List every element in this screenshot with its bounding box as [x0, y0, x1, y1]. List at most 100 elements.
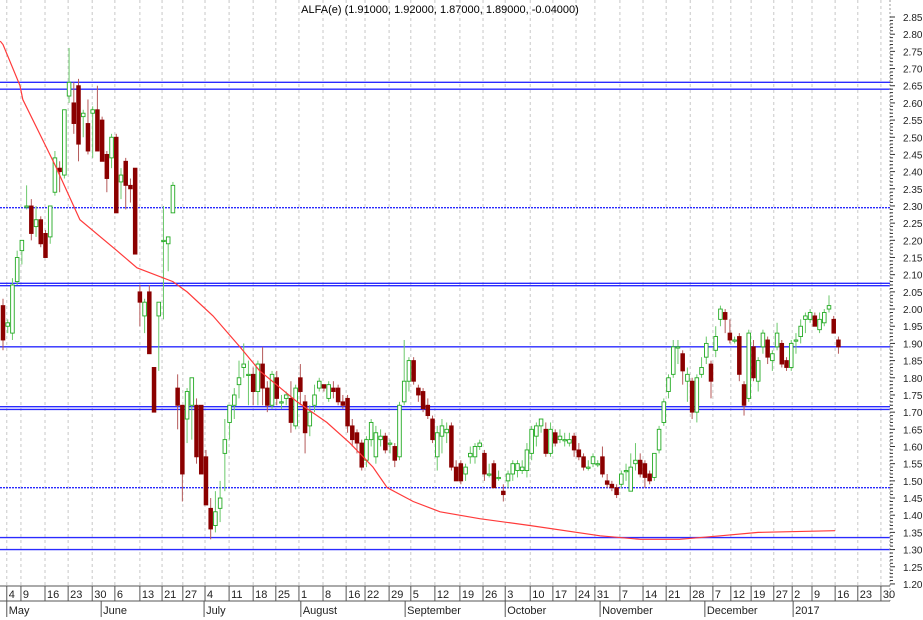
candle-body — [689, 380, 695, 413]
candle-down — [609, 480, 615, 492]
candle-up — [156, 301, 162, 371]
candle-down — [600, 446, 605, 478]
date-tick-label: 7 — [715, 589, 721, 601]
date-tick-label: 13 — [142, 589, 154, 601]
candle-body — [449, 425, 454, 468]
moving-average — [0, 40, 836, 540]
candle-body — [472, 446, 478, 458]
candle-body — [378, 435, 383, 441]
candle-down — [137, 285, 143, 327]
candle-body — [312, 394, 317, 406]
candle-down — [29, 199, 34, 241]
candle-up — [760, 329, 766, 354]
candle-body — [430, 418, 435, 441]
candles — [0, 47, 841, 540]
candle-down — [430, 415, 435, 444]
candle-up — [713, 326, 718, 358]
date-tick-label: 21 — [668, 589, 680, 601]
candle-body — [600, 456, 605, 475]
candle-body — [33, 219, 39, 228]
candle-body — [732, 339, 737, 342]
candle-body — [326, 384, 331, 399]
candle-body — [755, 360, 761, 382]
candle-body — [132, 167, 138, 255]
candle-up — [312, 384, 317, 413]
candle-down — [392, 443, 398, 468]
date-tick-label: 31 — [597, 589, 609, 601]
candle-down — [416, 384, 421, 402]
candle-up — [24, 185, 29, 210]
date-tick-label: 7 — [622, 589, 628, 601]
y-tick-label: 1.75 — [903, 391, 923, 402]
date-tick-label: 23 — [70, 589, 82, 601]
candle-up — [670, 339, 676, 378]
candle-body — [453, 466, 459, 482]
candle-up — [685, 367, 690, 402]
y-tick-label: 1.35 — [903, 528, 923, 539]
candle-body — [364, 439, 369, 461]
candle-up — [10, 278, 15, 340]
candle-body — [307, 411, 313, 427]
candle-down — [765, 336, 770, 365]
candle-down — [581, 453, 586, 471]
candle-body — [401, 380, 407, 403]
candle-body — [76, 85, 81, 145]
candle-up — [699, 357, 704, 378]
candle-up — [326, 381, 331, 402]
candle-body — [685, 373, 690, 382]
candle-up — [529, 425, 534, 461]
candle-body — [836, 339, 841, 348]
candle-down — [708, 360, 714, 399]
candle-body — [760, 332, 766, 348]
candle-down — [260, 346, 265, 406]
candle-body — [180, 404, 185, 475]
candle-up — [633, 443, 638, 471]
candle-body — [619, 473, 624, 485]
candle-body — [189, 377, 195, 406]
candle-body — [803, 315, 808, 320]
candle-down — [147, 285, 152, 355]
y-tick-label: 2.20 — [903, 236, 923, 247]
date-tick-label: 18 — [255, 589, 267, 601]
candle-body — [345, 397, 350, 427]
candle-body — [246, 373, 251, 376]
candle-down — [123, 157, 128, 210]
candle-body — [283, 394, 289, 399]
candle-body — [194, 404, 199, 458]
date-tick-label: 16 — [837, 589, 849, 601]
candle-body — [817, 318, 822, 331]
candle-body — [628, 466, 634, 492]
candle-down — [175, 374, 180, 430]
candle-body — [43, 233, 48, 258]
horizontal-levels — [0, 81, 890, 551]
candle-body — [397, 404, 402, 458]
candle-up — [90, 106, 95, 158]
candle-body — [236, 377, 242, 386]
candle-up — [170, 181, 176, 214]
candle-body — [609, 483, 615, 489]
date-tick-label: 12 — [437, 589, 449, 601]
candle-body — [774, 332, 780, 348]
candle-body — [123, 160, 128, 186]
candle-up — [619, 470, 624, 488]
candle-up — [316, 377, 322, 392]
candle-up — [628, 453, 634, 492]
candle-down — [71, 82, 77, 134]
candle-up — [656, 425, 662, 454]
candle-down — [722, 309, 728, 334]
candle-body — [222, 439, 228, 454]
candle-body — [713, 336, 718, 351]
candle-body — [232, 394, 237, 406]
candle-down — [76, 78, 81, 162]
month-label: August — [303, 605, 337, 617]
candle-body — [468, 452, 473, 458]
candle-up — [373, 425, 379, 464]
y-tick-label: 2.00 — [903, 305, 923, 316]
candle-up — [269, 370, 275, 409]
candle-body — [109, 136, 114, 159]
chart-title: ALFA(e) (1.91000, 1.92000, 1.87000, 1.89… — [301, 4, 579, 16]
candle-up — [822, 309, 827, 327]
candle-down — [689, 377, 695, 420]
candle-down — [203, 449, 209, 506]
candle-down — [99, 116, 105, 162]
